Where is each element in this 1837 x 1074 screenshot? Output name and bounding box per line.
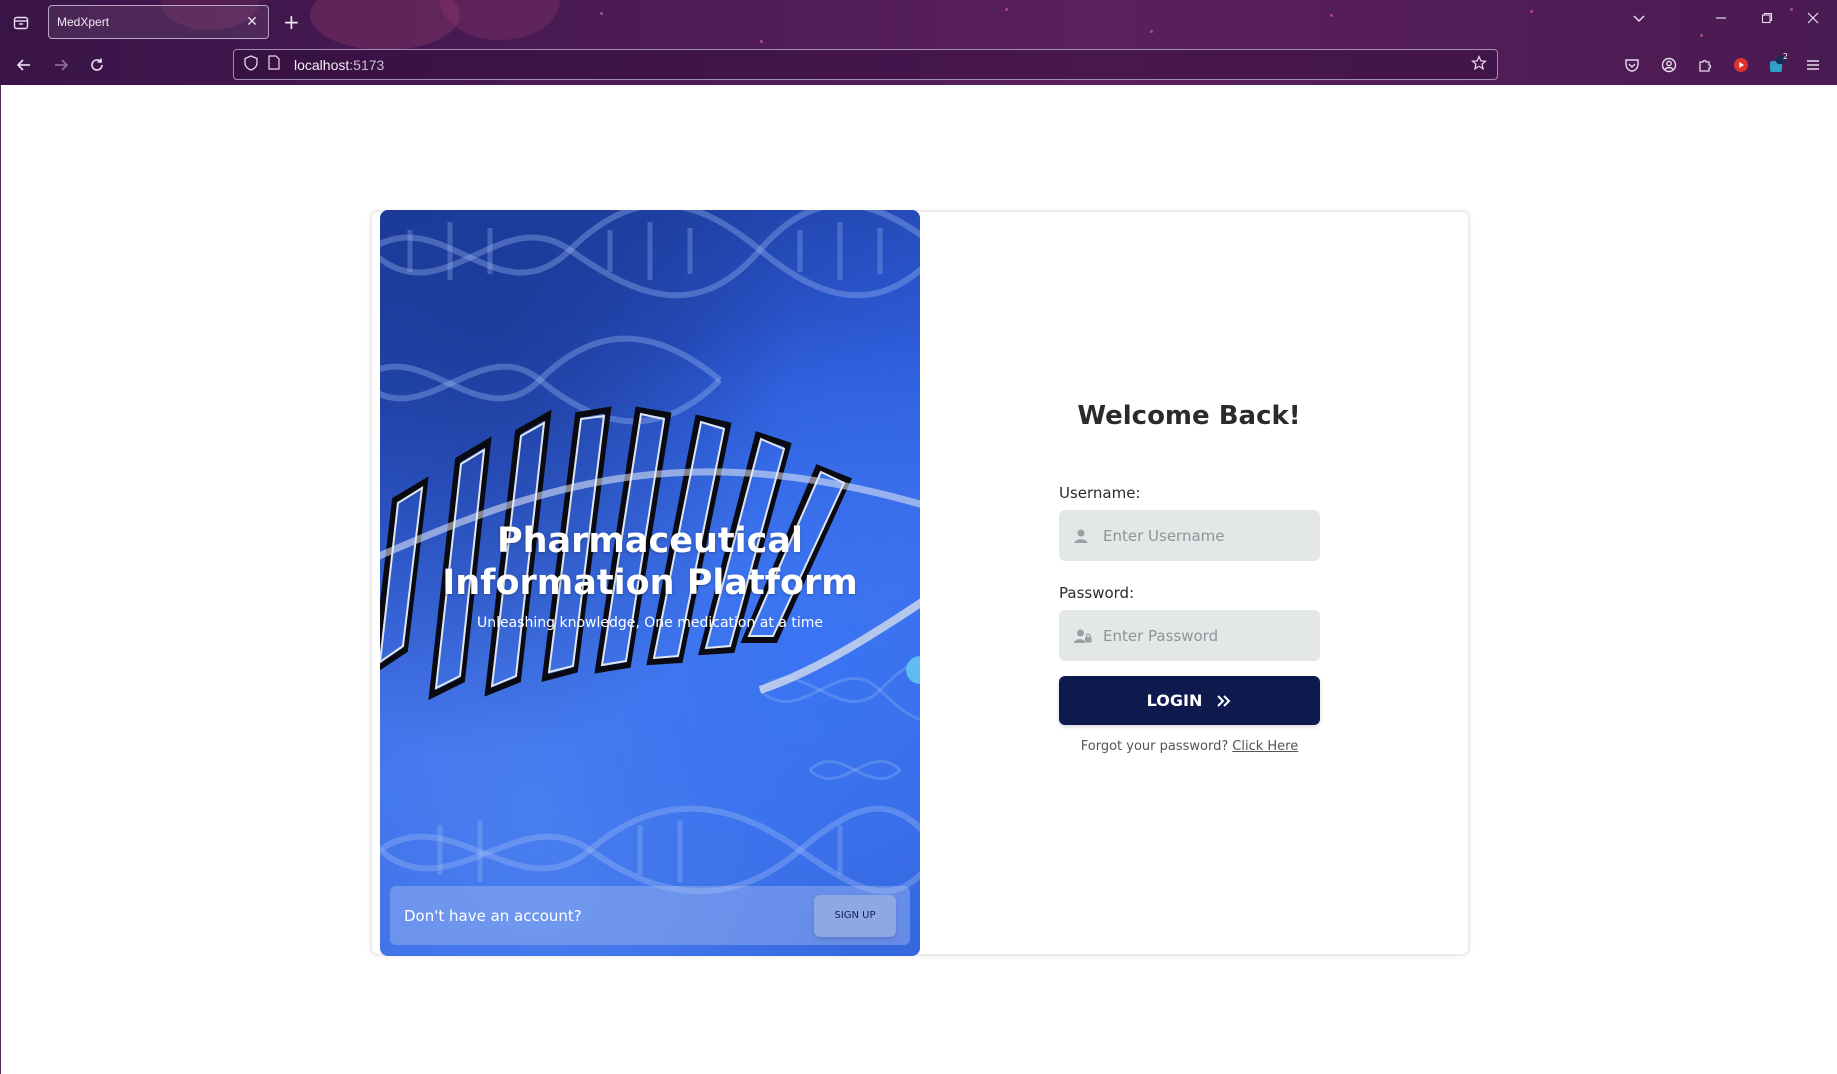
password-label: Password: [1059,584,1135,602]
extensions-puzzle-icon[interactable] [1694,54,1716,76]
forgot-password-text: Forgot your password? [1080,739,1229,754]
forgot-password: Forgot your password? Click Here [1059,739,1320,754]
tab-overflow-chevron-icon[interactable] [1629,12,1649,30]
shield-icon[interactable] [244,54,258,75]
pocket-icon[interactable] [1621,54,1643,76]
username-label: Username: [1059,484,1141,502]
signup-bar: Don't have an account? SIGN UP [390,886,910,945]
login-button-label: LOGIN [1146,691,1203,710]
account-icon[interactable] [1658,54,1680,76]
reload-icon[interactable] [86,54,108,76]
back-arrow-icon[interactable] [13,54,35,76]
hero-title: Pharmaceutical Information Platform [380,520,920,604]
minimize-icon[interactable] [1711,12,1731,28]
forgot-password-link[interactable]: Click Here [1232,739,1298,754]
page-icon [268,55,280,74]
extension-badge-count: 2 [1782,52,1788,61]
extension-badge-icon[interactable]: 2 [1766,52,1788,76]
signup-prompt: Don't have an account? [404,906,582,925]
username-input[interactable] [1103,526,1306,545]
user-icon [1073,526,1093,546]
page-content: Pharmaceutical Information Platform Unle… [0,85,1837,1074]
restore-icon[interactable] [1757,12,1777,28]
login-button[interactable]: LOGIN [1059,676,1320,725]
hero-title-line-1: Pharmaceutical [496,521,804,561]
menu-hamburger-icon[interactable] [1802,54,1824,76]
signup-button[interactable]: SIGN UP [814,894,896,937]
tab-list-icon[interactable] [10,12,32,34]
hero-panel: Pharmaceutical Information Platform Unle… [380,210,920,956]
browser-chrome: MedXpert ✕ + localhost:5173 2 [0,0,1837,85]
browser-tab[interactable]: MedXpert ✕ [48,5,269,39]
new-tab-icon[interactable]: + [283,10,300,34]
tab-close-icon[interactable]: ✕ [244,14,260,30]
tab-title: MedXpert [57,15,110,29]
forward-arrow-icon[interactable] [50,54,72,76]
hero-title-line-2: Information Platform [442,563,858,603]
password-field[interactable] [1059,610,1320,661]
close-window-icon[interactable] [1803,12,1823,28]
welcome-heading: Welcome Back! [1077,401,1301,431]
bookmark-star-icon[interactable] [1470,54,1488,75]
hero-subtitle: Unleashing knowledge, One medication at … [477,615,823,631]
double-chevron-right-icon [1216,694,1232,708]
password-input[interactable] [1103,626,1306,645]
username-field[interactable] [1059,510,1320,561]
user-lock-icon [1073,626,1093,646]
youtube-extension-icon[interactable] [1730,54,1752,76]
url-text[interactable]: localhost:5173 [294,57,1471,73]
address-bar[interactable]: localhost:5173 [233,49,1498,80]
